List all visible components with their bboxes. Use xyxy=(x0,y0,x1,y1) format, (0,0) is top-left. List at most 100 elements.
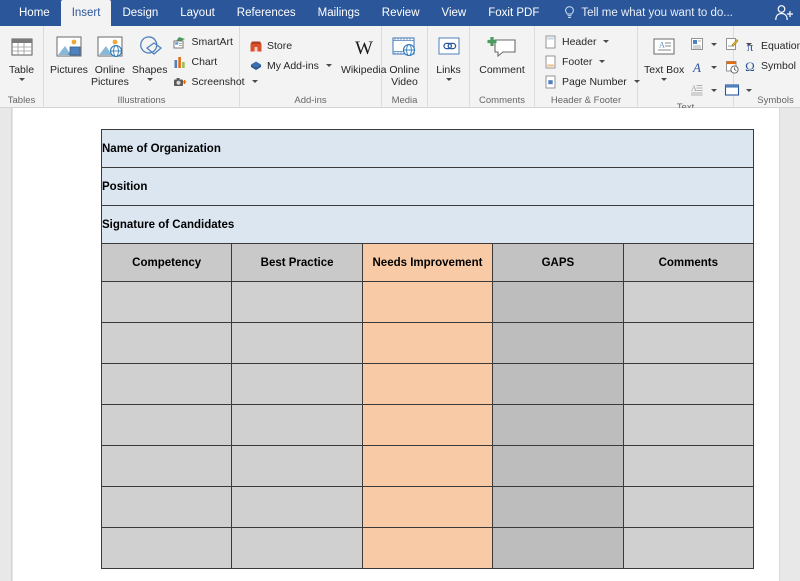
table-row[interactable] xyxy=(100,404,755,446)
tab-mailings[interactable]: Mailings xyxy=(307,0,371,26)
cell-needs-improvement[interactable] xyxy=(361,404,494,446)
online-pictures-button[interactable]: Online Pictures xyxy=(90,30,130,90)
assessment-table[interactable]: Name of Organization Position Signature … xyxy=(100,129,755,569)
quick-parts-dropdown-caret[interactable] xyxy=(711,42,718,46)
equation-button[interactable]: π Equation xyxy=(739,36,800,55)
page-number-button[interactable]: Page Number xyxy=(540,72,643,91)
cell-competency[interactable] xyxy=(100,322,233,364)
header-button[interactable]: Header xyxy=(540,32,643,51)
wordart-icon[interactable]: A xyxy=(686,56,708,78)
cell-competency[interactable] xyxy=(100,445,233,487)
shapes-button[interactable]: Shapes xyxy=(131,30,169,83)
tab-insert[interactable]: Insert xyxy=(60,0,112,26)
cell-gaps[interactable] xyxy=(492,363,624,405)
cell-competency[interactable] xyxy=(100,404,233,446)
table-row[interactable] xyxy=(100,527,755,569)
cell-best-practice[interactable] xyxy=(231,445,363,487)
tab-layout[interactable]: Layout xyxy=(169,0,226,26)
cell-needs-improvement[interactable] xyxy=(361,363,494,405)
header-dropdown-caret[interactable] xyxy=(603,40,610,43)
cell-comments[interactable] xyxy=(622,404,755,446)
my-addins-button[interactable]: My Add-ins xyxy=(245,56,335,75)
cell-comments[interactable] xyxy=(622,322,755,364)
table-row-position[interactable]: Position xyxy=(101,167,754,206)
tab-mailings-label: Mailings xyxy=(317,7,360,19)
cell-best-practice[interactable] xyxy=(231,363,363,405)
tab-home[interactable]: Home xyxy=(8,0,61,26)
cell-name-of-organization[interactable]: Name of Organization xyxy=(101,129,754,168)
table-row[interactable] xyxy=(100,445,755,487)
table-dropdown-caret[interactable] xyxy=(18,77,25,81)
symbol-button[interactable]: Ω Symbol xyxy=(739,56,800,75)
cell-best-practice[interactable] xyxy=(231,322,363,364)
cell-gaps[interactable] xyxy=(492,445,624,487)
text-box-dropdown-caret[interactable] xyxy=(661,77,668,81)
cell-gaps[interactable] xyxy=(492,486,624,528)
column-header-gaps[interactable]: GAPS xyxy=(492,243,624,282)
column-header-competency[interactable]: Competency xyxy=(100,243,233,282)
tab-foxit-pdf[interactable]: Foxit PDF xyxy=(477,0,550,26)
person-add-icon[interactable] xyxy=(773,3,795,23)
drop-cap-icon[interactable]: A xyxy=(686,79,708,101)
table-button[interactable]: Table xyxy=(5,30,38,83)
cell-gaps[interactable] xyxy=(492,404,624,446)
tab-review[interactable]: Review xyxy=(371,0,431,26)
group-label-links xyxy=(428,94,469,107)
cell-needs-improvement[interactable] xyxy=(361,486,494,528)
cell-needs-improvement[interactable] xyxy=(361,322,494,364)
cell-needs-improvement[interactable] xyxy=(361,527,494,569)
table-column-header-row[interactable]: Competency Best Practice Needs Improveme… xyxy=(100,243,755,282)
text-box-button[interactable]: A Text Box xyxy=(643,30,685,83)
my-addins-dropdown-caret[interactable] xyxy=(325,64,332,67)
table-row[interactable] xyxy=(100,322,755,364)
drop-cap-dropdown-caret[interactable] xyxy=(711,88,718,92)
table-row[interactable] xyxy=(100,363,755,405)
wikipedia-button[interactable]: W Wikipedia xyxy=(340,30,388,79)
document-page[interactable]: Name of Organization Position Signature … xyxy=(13,108,780,581)
group-label-comments: Comments xyxy=(479,95,525,106)
column-header-needs-improvement[interactable]: Needs Improvement xyxy=(361,243,494,282)
cell-comments[interactable] xyxy=(622,445,755,487)
table-row-name-of-organization[interactable]: Name of Organization xyxy=(101,129,754,168)
column-header-comments[interactable]: Comments xyxy=(622,243,755,282)
chart-button-label: Chart xyxy=(191,55,218,68)
footer-button[interactable]: Footer xyxy=(540,52,643,71)
cell-comments[interactable] xyxy=(622,486,755,528)
cell-gaps[interactable] xyxy=(492,527,624,569)
cell-competency[interactable] xyxy=(100,527,233,569)
cell-gaps[interactable] xyxy=(492,322,624,364)
cell-competency[interactable] xyxy=(100,363,233,405)
column-header-best-practice[interactable]: Best Practice xyxy=(231,243,363,282)
online-video-button[interactable]: Online Video xyxy=(387,30,422,90)
footer-dropdown-caret[interactable] xyxy=(599,60,606,63)
table-row[interactable] xyxy=(100,486,755,528)
cell-comments[interactable] xyxy=(622,281,755,323)
tab-references[interactable]: References xyxy=(226,0,307,26)
links-button[interactable]: Links xyxy=(433,30,464,83)
links-dropdown-caret[interactable] xyxy=(445,77,452,81)
cell-best-practice[interactable] xyxy=(231,527,363,569)
table-row-signature[interactable]: Signature of Candidates xyxy=(101,205,754,244)
tab-view[interactable]: View xyxy=(431,0,478,26)
cell-gaps[interactable] xyxy=(492,281,624,323)
cell-best-practice[interactable] xyxy=(231,486,363,528)
table-row[interactable] xyxy=(100,281,755,323)
cell-competency[interactable] xyxy=(100,486,233,528)
cell-needs-improvement[interactable] xyxy=(361,281,494,323)
cell-comments[interactable] xyxy=(622,527,755,569)
wordart-dropdown-caret[interactable] xyxy=(711,65,718,69)
cell-best-practice[interactable] xyxy=(231,281,363,323)
cell-comments[interactable] xyxy=(622,363,755,405)
quick-parts-icon[interactable] xyxy=(686,33,708,55)
comment-button[interactable]: Comment xyxy=(475,30,529,79)
store-button[interactable]: Store xyxy=(245,36,335,55)
cell-position[interactable]: Position xyxy=(101,167,754,206)
cell-needs-improvement[interactable] xyxy=(361,445,494,487)
shapes-dropdown-caret[interactable] xyxy=(146,77,153,81)
tell-me-search[interactable]: Tell me what you want to do... xyxy=(550,0,741,26)
cell-competency[interactable] xyxy=(100,281,233,323)
tab-design[interactable]: Design xyxy=(111,0,169,26)
cell-signature-of-candidates[interactable]: Signature of Candidates xyxy=(101,205,754,244)
pictures-button[interactable]: Pictures xyxy=(49,30,89,79)
cell-best-practice[interactable] xyxy=(231,404,363,446)
